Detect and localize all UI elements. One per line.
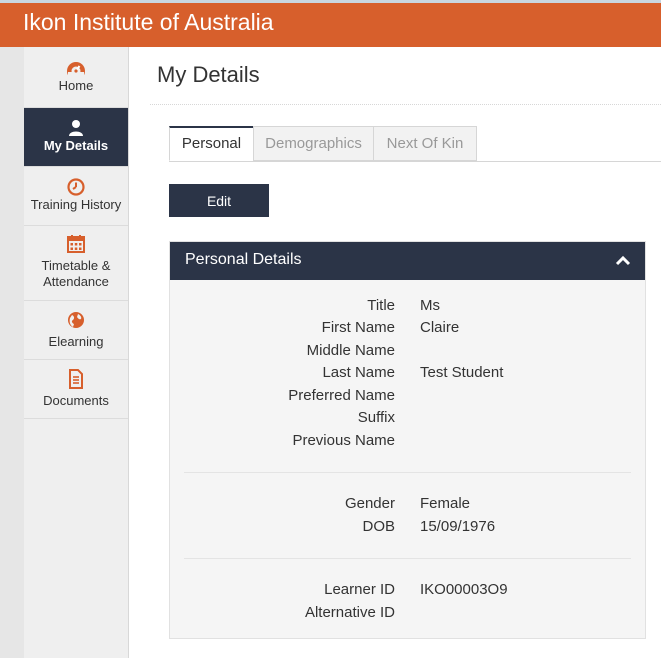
tab-bar: Personal Demographics Next Of Kin — [169, 126, 661, 162]
field-label: Title — [367, 297, 395, 314]
sidebar: Home My Details Training History Timetab… — [24, 47, 129, 658]
page-title: My Details — [157, 62, 260, 87]
field-label: Alternative ID — [304, 604, 395, 621]
field-value: Claire — [420, 319, 460, 336]
sidebar-item-label: My Details — [43, 138, 109, 153]
detail-row-preferred-name: Preferred Name — [170, 387, 645, 409]
document-icon — [69, 369, 83, 389]
sidebar-item-elearning[interactable]: Elearning — [24, 301, 128, 360]
sidebar-item-training-history[interactable]: Training History — [24, 167, 128, 226]
detail-row-previous-name: Previous Name — [170, 432, 645, 454]
field-label: Learner ID — [324, 581, 395, 598]
sidebar-item-label: Documents — [43, 393, 109, 408]
sidebar-item-label: Training History — [30, 197, 122, 212]
app-title: Ikon Institute of Australia — [23, 9, 274, 35]
field-value: IKO00003O9 — [420, 581, 508, 598]
field-label: First Name — [321, 319, 395, 336]
detail-row-last-name: Last Name Test Student — [170, 364, 645, 386]
field-label: Previous Name — [292, 432, 395, 449]
detail-row-middle-name: Middle Name — [170, 342, 645, 364]
tab-personal[interactable]: Personal — [169, 126, 254, 161]
detail-row-suffix: Suffix — [170, 409, 645, 431]
sidebar-item-timetable-attendance[interactable]: Timetable & Attendance — [24, 226, 128, 301]
detail-row-alternative-id: Alternative ID — [170, 604, 645, 626]
field-value: Ms — [420, 297, 440, 314]
user-icon — [69, 120, 83, 136]
sidebar-item-home[interactable]: Home — [24, 47, 128, 108]
field-value: Test Student — [420, 364, 504, 381]
detail-row-learner-id: Learner ID IKO00003O9 — [170, 581, 645, 603]
detail-row-gender: Gender Female — [170, 495, 645, 517]
divider — [184, 558, 631, 559]
field-label: Middle Name — [306, 342, 395, 359]
left-gutter — [0, 47, 24, 658]
detail-row-title: Title Ms — [170, 297, 645, 319]
app-header: Ikon Institute of Australia — [0, 0, 661, 47]
edit-button[interactable]: Edit — [169, 184, 269, 217]
field-label: Gender — [344, 495, 395, 512]
tab-demographics[interactable]: Demographics — [253, 126, 374, 161]
detail-row-first-name: First Name Claire — [170, 319, 645, 341]
dashboard-icon — [67, 62, 85, 78]
sidebar-item-documents[interactable]: Documents — [24, 360, 128, 419]
field-label: Suffix — [357, 409, 395, 426]
panel-title: Personal Details — [185, 251, 302, 268]
personal-details-panel: Personal Details Title Ms First Name Cla… — [169, 241, 646, 639]
divider — [184, 472, 631, 473]
field-label: Last Name — [322, 364, 395, 381]
field-label: DOB — [362, 518, 395, 535]
detail-row-dob: DOB 15/09/1976 — [170, 518, 645, 540]
calendar-icon — [67, 235, 85, 253]
field-label: Preferred Name — [288, 387, 395, 404]
chevron-up-icon[interactable] — [615, 253, 631, 269]
panel-header[interactable]: Personal Details — [170, 242, 645, 280]
divider — [150, 104, 661, 105]
sidebar-item-label: Elearning — [48, 334, 104, 349]
field-value: Female — [420, 495, 471, 512]
globe-icon — [68, 312, 84, 328]
clock-icon — [67, 178, 85, 196]
sidebar-item-my-details[interactable]: My Details — [24, 108, 128, 167]
field-value: 15/09/1976 — [420, 518, 496, 535]
tab-next-of-kin[interactable]: Next Of Kin — [373, 126, 477, 161]
sidebar-item-label: Timetable & Attendance — [41, 258, 111, 289]
sidebar-item-label: Home — [58, 78, 94, 93]
